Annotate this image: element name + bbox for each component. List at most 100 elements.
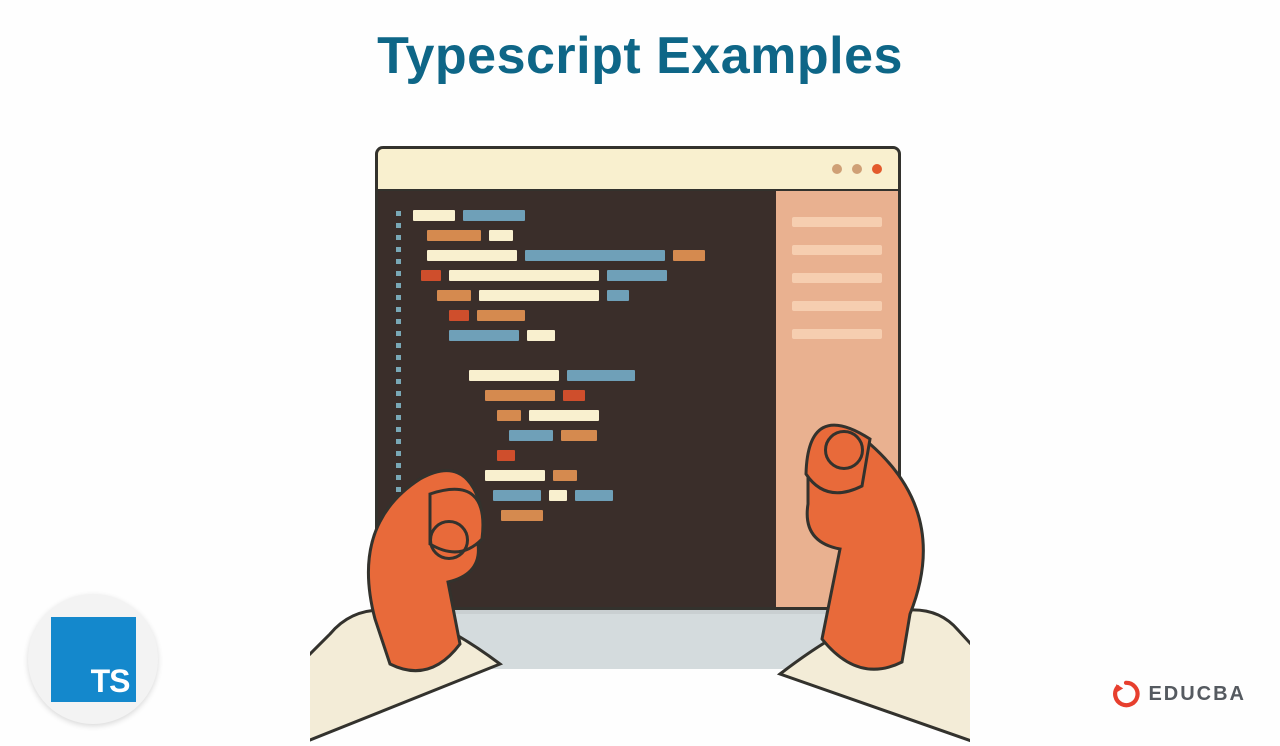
code-token [427,230,481,241]
code-line [413,290,760,301]
code-line [413,470,760,481]
gutter-dot-icon [396,235,401,240]
gutter-dot-icon [396,307,401,312]
educba-mark-icon [1112,680,1140,708]
code-token [527,330,555,341]
code-line [413,450,760,461]
code-token [449,310,469,321]
tablet-titlebar [378,149,898,191]
code-line [413,330,760,341]
code-token [561,430,597,441]
gutter-dot-icon [396,355,401,360]
gutter-dot-icon [396,463,401,468]
gutter-dot-icon [396,283,401,288]
code-token [529,410,599,421]
gutter-dot-icon [396,559,401,564]
gutter-dot-icon [396,535,401,540]
gutter-dot-icon [396,367,401,372]
code-line [413,370,760,381]
code-token [553,470,577,481]
gutter-dot-icon [396,511,401,516]
code-token [489,230,513,241]
code-token [497,450,515,461]
educba-logo: EDUCBA [1112,680,1246,708]
code-token [493,490,541,501]
code-line [413,310,760,321]
tablet-sidebar [776,191,898,609]
code-token [567,370,635,381]
thumb-ring-icon [429,520,469,560]
code-token [479,290,599,301]
gutter-dot-icon [396,391,401,396]
gutter-dot-icon [396,499,401,504]
page-title: Typescript Examples [0,26,1280,86]
code-line [413,350,760,361]
gutter-dot-icon [396,295,401,300]
badge-circle: TS [28,594,158,724]
code-token [509,430,553,441]
code-token [607,290,629,301]
sidebar-bar [792,329,882,339]
code-token [673,250,705,261]
code-token [485,470,545,481]
code-line [413,210,760,221]
gutter-dot-icon [396,487,401,492]
code-token [449,270,599,281]
gutter-dot-icon [396,211,401,216]
code-line [413,490,760,501]
code-token [485,390,555,401]
gutter-dot-icon [396,547,401,552]
gutter-dot-icon [396,319,401,324]
typescript-badge: TS [28,594,158,724]
code-line [413,250,760,261]
gutter-dot-icon [396,223,401,228]
gutter-dot-icon [396,415,401,420]
window-dot-icon [872,164,882,174]
sidebar-bar [792,217,882,227]
code-line [413,430,760,441]
gutter-dot-icon [396,271,401,276]
educba-text: EDUCBA [1148,683,1246,706]
code-token [437,290,471,301]
code-token [575,490,613,501]
code-token [497,410,521,421]
gutter-dot-icon [396,451,401,456]
sidebar-bar [792,245,882,255]
code-token [477,310,525,321]
code-token [427,250,517,261]
gutter-dot-icon [396,403,401,408]
gutter-dot-icon [396,247,401,252]
gutter-dot-icon [396,343,401,348]
gutter-dot-icon [396,523,401,528]
gutter-dot-icon [396,331,401,336]
gutter-dot-icon [396,259,401,264]
code-token [525,250,665,261]
gutter-dot-icon [396,475,401,480]
hero-illustration [310,144,970,704]
typescript-logo-text: TS [91,663,130,700]
code-token [421,270,441,281]
code-token [413,210,455,221]
sidebar-bar [792,301,882,311]
code-token [469,370,559,381]
code-token [563,390,585,401]
code-token [607,270,667,281]
gutter-dot-icon [396,379,401,384]
code-token [463,210,525,221]
code-line [413,390,760,401]
code-line [413,510,760,521]
code-token [549,490,567,501]
code-line [413,270,760,281]
gutter-dot-icon [396,427,401,432]
code-line [413,410,760,421]
code-gutter [396,209,401,591]
window-dot-icon [832,164,842,174]
sidebar-bar [792,273,882,283]
window-dot-icon [852,164,862,174]
code-token [501,510,543,521]
gutter-dot-icon [396,439,401,444]
thumb-ring-icon [824,430,864,470]
code-token [449,330,519,341]
typescript-logo-icon: TS [51,617,136,702]
code-line [413,230,760,241]
